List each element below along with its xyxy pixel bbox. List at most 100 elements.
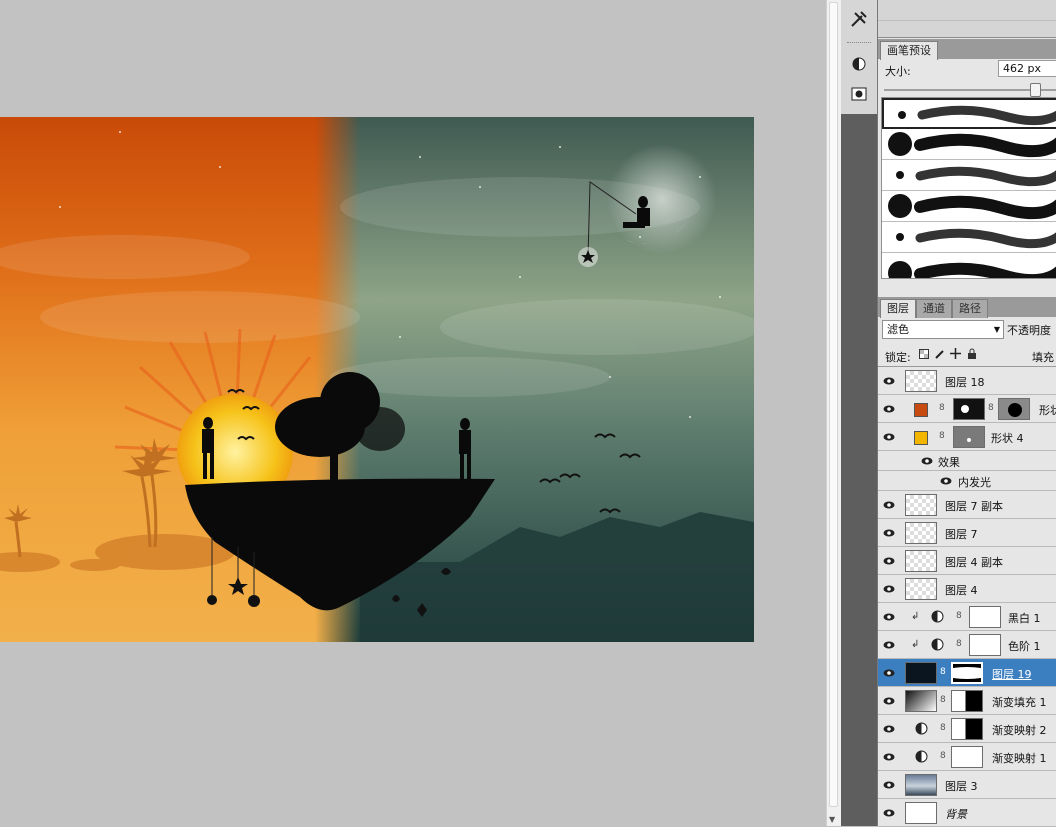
layer-effects-row[interactable]: 效果 bbox=[878, 451, 1056, 471]
layer-name[interactable]: 图层 19 bbox=[992, 666, 1032, 682]
adjustment-icon bbox=[931, 638, 944, 651]
layer-name[interactable]: 图层 7 bbox=[945, 526, 978, 542]
eye-icon[interactable] bbox=[883, 751, 895, 763]
brush-preset-list[interactable] bbox=[881, 97, 1056, 279]
clone-source-icon[interactable] bbox=[849, 54, 869, 74]
brush-preset-item[interactable] bbox=[882, 129, 1056, 160]
tab-layers[interactable]: 图层 bbox=[880, 299, 916, 318]
eye-icon[interactable] bbox=[883, 667, 895, 679]
layer-row[interactable]: ↲ 8 黑白 1 bbox=[878, 603, 1056, 631]
vector-mask-thumbnail bbox=[953, 398, 985, 420]
layer-effect-row[interactable]: 内发光 bbox=[878, 471, 1056, 491]
layer-name[interactable]: 渐变映射 2 bbox=[992, 722, 1047, 738]
eye-icon[interactable] bbox=[883, 695, 895, 707]
lock-transparent-icon[interactable] bbox=[918, 348, 929, 359]
layer-row-selected[interactable]: 8 图层 19 bbox=[878, 659, 1056, 687]
panel-dock-gutter bbox=[841, 0, 877, 826]
layer-name[interactable]: 图层 7 副本 bbox=[945, 498, 1003, 514]
document-canvas-area[interactable] bbox=[0, 0, 826, 826]
gradient-fill-thumbnail bbox=[905, 690, 937, 712]
eye-icon[interactable] bbox=[883, 527, 895, 539]
layer-name[interactable]: 渐变映射 1 bbox=[992, 750, 1047, 766]
eye-icon[interactable] bbox=[883, 611, 895, 623]
eye-icon[interactable] bbox=[940, 475, 952, 487]
mask-icon[interactable] bbox=[849, 84, 869, 104]
layer-row[interactable]: 8 渐变映射 1 bbox=[878, 743, 1056, 771]
chevron-down-icon: ▼ bbox=[993, 325, 1000, 334]
lock-all-icon[interactable] bbox=[966, 348, 977, 359]
layer-row[interactable]: ↲ 8 色阶 1 bbox=[878, 631, 1056, 659]
layer-thumbnail bbox=[905, 774, 937, 796]
document-artwork[interactable] bbox=[0, 117, 754, 642]
eye-icon[interactable] bbox=[883, 555, 895, 567]
layer-row[interactable]: 图层 18 bbox=[878, 367, 1056, 395]
layer-row[interactable]: 图层 7 bbox=[878, 519, 1056, 547]
layer-name[interactable]: 色阶 1 bbox=[1008, 638, 1041, 654]
layer-name[interactable]: 形状 4 bbox=[991, 430, 1024, 446]
eye-icon[interactable] bbox=[883, 403, 895, 415]
tab-channels[interactable]: 通道 bbox=[916, 299, 952, 318]
layer-name[interactable]: 黑白 1 bbox=[1008, 610, 1041, 626]
scroll-down-arrow-icon[interactable]: ▼ bbox=[829, 815, 835, 824]
lock-move-icon[interactable] bbox=[950, 348, 961, 359]
layer-thumbnail bbox=[905, 370, 937, 392]
link-icon: 8 bbox=[939, 403, 945, 413]
layer-row[interactable]: 图层 4 bbox=[878, 575, 1056, 603]
canvas-vertical-scrollbar[interactable]: ▼ bbox=[826, 0, 841, 826]
layer-name[interactable]: 图层 4 副本 bbox=[945, 554, 1003, 570]
layer-name[interactable]: 图层 3 bbox=[945, 778, 978, 794]
link-icon: 8 bbox=[940, 723, 946, 733]
brush-tools-icon[interactable] bbox=[849, 9, 869, 29]
layer-row[interactable]: 图层 4 副本 bbox=[878, 547, 1056, 575]
layer-row[interactable]: 8 渐变填充 1 bbox=[878, 687, 1056, 715]
eye-icon[interactable] bbox=[883, 431, 895, 443]
layer-row[interactable]: 图层 3 bbox=[878, 771, 1056, 799]
layer-row[interactable]: 8 渐变映射 2 bbox=[878, 715, 1056, 743]
eye-icon[interactable] bbox=[883, 723, 895, 735]
layer-thumbnail bbox=[905, 662, 937, 684]
layer-name[interactable]: 图层 18 bbox=[945, 374, 985, 390]
layer-row[interactable]: 背景 bbox=[878, 799, 1056, 827]
layer-thumbnail bbox=[905, 522, 937, 544]
brush-presets-tabbar: 画笔预设 bbox=[878, 39, 1056, 60]
layer-name[interactable]: 背景 bbox=[945, 806, 967, 822]
brush-preset-item[interactable] bbox=[882, 160, 1056, 191]
options-bar bbox=[878, 0, 1056, 38]
eye-icon[interactable] bbox=[921, 455, 933, 467]
brush-preset-item[interactable] bbox=[882, 191, 1056, 222]
eye-icon[interactable] bbox=[883, 583, 895, 595]
layer-name[interactable]: 形状 bbox=[1039, 402, 1056, 418]
eye-icon[interactable] bbox=[883, 375, 895, 387]
scrollbar-thumb[interactable] bbox=[829, 2, 838, 807]
link-icon: 8 bbox=[939, 431, 945, 441]
blend-mode-select[interactable]: 滤色 ▼ bbox=[882, 320, 1004, 339]
link-icon: 8 bbox=[956, 639, 962, 649]
right-panels: 画笔预设 大小: 462 px 图层 通道 路径 滤色 ▼ 不透明度 锁定: 填… bbox=[877, 0, 1056, 827]
layer-row[interactable]: 8 8 形状 bbox=[878, 395, 1056, 423]
layer-name[interactable]: 图层 4 bbox=[945, 582, 978, 598]
eye-icon[interactable] bbox=[883, 807, 895, 819]
layer-mask-thumbnail bbox=[998, 398, 1030, 420]
brush-size-input[interactable]: 462 px bbox=[998, 60, 1056, 77]
shape-color-swatch[interactable] bbox=[914, 431, 928, 445]
layer-mask-thumbnail bbox=[951, 690, 983, 712]
layer-row[interactable]: 图层 7 副本 bbox=[878, 491, 1056, 519]
tab-paths[interactable]: 路径 bbox=[952, 299, 988, 318]
eye-icon[interactable] bbox=[883, 639, 895, 651]
brush-size-label: 大小: bbox=[885, 65, 911, 78]
shape-color-swatch[interactable] bbox=[914, 403, 928, 417]
eye-icon[interactable] bbox=[883, 499, 895, 511]
layers-list[interactable]: 图层 18 8 8 形状 8 形状 4 效果 内发光 bbox=[878, 366, 1056, 827]
tab-brush-presets[interactable]: 画笔预设 bbox=[880, 41, 938, 60]
brush-preset-item[interactable] bbox=[882, 222, 1056, 253]
eye-icon[interactable] bbox=[883, 779, 895, 791]
adjustment-icon bbox=[931, 610, 944, 623]
lock-paint-icon[interactable] bbox=[934, 348, 945, 359]
brush-preset-item[interactable] bbox=[882, 253, 1056, 278]
layer-mask-thumbnail bbox=[951, 718, 983, 740]
layer-row[interactable]: 8 形状 4 bbox=[878, 423, 1056, 451]
brush-preset-item[interactable] bbox=[882, 98, 1056, 129]
effects-label: 效果 bbox=[938, 456, 960, 469]
brush-size-slider-handle[interactable] bbox=[1030, 83, 1041, 97]
layer-name[interactable]: 渐变填充 1 bbox=[992, 694, 1047, 710]
